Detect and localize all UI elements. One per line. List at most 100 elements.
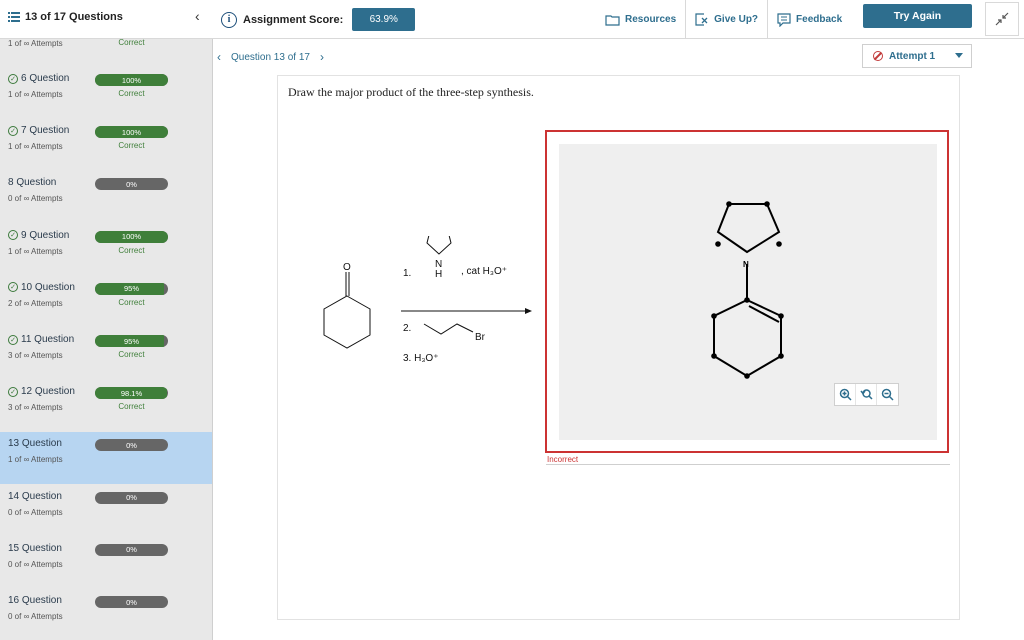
- sidebar-item-question[interactable]: 15 Question 0 of ∞ Attempts 0%: [0, 537, 212, 589]
- sidebar-item-content: ✓ 10 Question 2 of ∞ Attempts 95% Correct: [0, 282, 212, 322]
- side-status: Correct: [118, 141, 145, 151]
- sidebar-item-question[interactable]: 13 Question 1 of ∞ Attempts 0%: [0, 432, 212, 485]
- sidebar-item-question[interactable]: 8 Question 0 of ∞ Attempts 0%: [0, 171, 212, 223]
- side-attempts: 1 of ∞ Attempts: [8, 142, 63, 152]
- progress-bar: 0%: [95, 178, 168, 191]
- sidebar-item-content: 16 Question 0 of ∞ Attempts 0%: [0, 595, 212, 635]
- feedback-button[interactable]: Feedback: [767, 0, 851, 39]
- sidebar-item-question[interactable]: 14 Question 0 of ∞ Attempts 0%: [0, 485, 212, 537]
- sidebar-item-question[interactable]: ✓ 9 Question 1 of ∞ Attempts 100% Correct: [0, 224, 212, 276]
- progress-percent: 100%: [121, 232, 142, 242]
- check-circle-icon: ✓: [8, 334, 18, 345]
- sidebar-item-content: ✓ 9 Question 1 of ∞ Attempts 100% Correct: [0, 230, 212, 270]
- progress-percent: 100%: [121, 75, 142, 85]
- folder-icon: [605, 14, 620, 26]
- side-title: ✓ 10 Question: [8, 282, 75, 293]
- sidebar-item-content: ✓ 6 Question 1 of ∞ Attempts 100% Correct: [0, 73, 212, 113]
- step1-number: 1.: [403, 268, 411, 279]
- progress-bar: 100%: [95, 126, 168, 139]
- question-navigator: ‹ Question 13 of 17 ›: [217, 50, 324, 64]
- side-attempts: 1 of ∞ Attempts: [8, 90, 63, 99]
- check-circle-icon: ✓: [8, 230, 18, 241]
- side-title: ✓ 7 Question: [8, 125, 69, 136]
- sidebar-item-question[interactable]: ✓ 6 Question 1 of ∞ Attempts 100% Correct: [0, 67, 212, 119]
- side-title-text: 13 Question: [8, 438, 62, 450]
- collapse-arrows-icon: [995, 12, 1009, 26]
- zoom-in-button[interactable]: [835, 384, 856, 405]
- side-attempts: 1 of ∞ Attempts: [8, 39, 63, 48]
- sidebar-item-question[interactable]: ✓ 7 Question 1 of ∞ Attempts 100% Correct: [0, 119, 212, 171]
- feedback-row: Incorrect: [546, 455, 950, 465]
- collapse-sidebar-chevron-icon[interactable]: ‹: [195, 8, 200, 24]
- ketone-oxygen: O: [343, 262, 351, 273]
- progress-bar: 98.1%: [95, 387, 168, 400]
- zoom-in-icon: [839, 388, 852, 401]
- sidebar-item-content: 15 Question 0 of ∞ Attempts 0%: [0, 543, 212, 583]
- question-prompt: Draw the major product of the three-step…: [288, 85, 534, 99]
- side-title-text: 6 Question: [21, 73, 70, 84]
- sidebar-item-question[interactable]: ✓ 12 Question 3 of ∞ Attempts 98.1% Correct: [0, 380, 212, 432]
- reaction-scheme: O 1. N H , cat H₃O⁺ 2. Br 3. H₃O⁺: [323, 236, 532, 364]
- progress-percent: 0%: [126, 597, 137, 607]
- side-attempts: 1 of ∞ Attempts: [8, 455, 63, 465]
- side-attempts: 3 of ∞ Attempts: [8, 403, 63, 413]
- progress-percent: 95%: [123, 336, 139, 346]
- sidebar-item-content: ✓ 7 Question 1 of ∞ Attempts 100% Correct: [0, 125, 212, 165]
- side-title-text: 15 Question: [8, 542, 62, 554]
- pyrrolidine-hydrogen: H: [435, 269, 442, 280]
- step1-reagent: , cat H₃O⁺: [461, 266, 507, 277]
- feedback-icon: [777, 12, 791, 27]
- progress-bar: 0%: [95, 491, 168, 504]
- side-title-text: 11 Question: [21, 334, 75, 345]
- side-title-text: 16 Question: [8, 595, 62, 606]
- progress-bar: 95%: [95, 282, 168, 295]
- side-title: 15 Question: [8, 543, 62, 554]
- progress-bar: 95%: [95, 335, 168, 347]
- top-bar: 13 of 17 Questions ‹ i Assignment Score:…: [0, 0, 1024, 39]
- question-card: Draw the major product of the three-step…: [277, 75, 960, 620]
- reaction-arrow: [401, 308, 532, 314]
- side-status: Correct: [118, 245, 145, 255]
- reset-zoom-button[interactable]: [856, 384, 877, 405]
- zoom-out-button[interactable]: [877, 384, 898, 405]
- side-title: ✓ 9 Question: [8, 230, 69, 241]
- sidebar-item-question[interactable]: 16 Question 0 of ∞ Attempts 0%: [0, 589, 212, 640]
- check-circle-icon: ✓: [8, 73, 18, 84]
- check-circle-icon: ✓: [8, 125, 18, 136]
- side-title-text: 9 Question: [21, 229, 70, 241]
- progress-bar: 0%: [95, 543, 168, 556]
- side-status: Correct: [118, 402, 145, 412]
- sidebar-item-content: ✓ 11 Question 3 of ∞ Attempts 95% Correct: [0, 334, 212, 374]
- side-attempts: 3 of ∞ Attempts: [8, 351, 63, 360]
- side-status: Correct: [118, 89, 145, 98]
- collapse-view-button[interactable]: [985, 2, 1019, 36]
- attempt-dropdown[interactable]: Attempt 1: [862, 44, 972, 68]
- side-attempts: 0 of ∞ Attempts: [8, 559, 63, 569]
- side-status: Correct: [118, 39, 145, 47]
- side-title: 16 Question: [8, 595, 62, 606]
- zoom-toolbar: [834, 383, 899, 406]
- info-icon[interactable]: i: [221, 11, 237, 28]
- give-up-label: Give Up?: [714, 14, 759, 25]
- sidebar-item-content: ✓ 12 Question 3 of ∞ Attempts 98.1% Correct: [0, 386, 212, 426]
- reset-zoom-icon: [859, 389, 873, 400]
- previous-question-chevron-icon[interactable]: ‹: [217, 50, 221, 64]
- progress-bar: 100%: [95, 74, 168, 86]
- pyrrolidine-structure: [426, 236, 452, 255]
- try-again-button[interactable]: Try Again: [863, 4, 972, 28]
- side-title: ✓ 12 Question: [8, 386, 75, 397]
- side-title: ✓ 11 Question: [8, 334, 74, 345]
- question-list-toggle[interactable]: 13 of 17 Questions: [8, 11, 123, 23]
- question-count: 13 of 17 Questions: [25, 11, 123, 23]
- give-up-button[interactable]: Give Up?: [685, 0, 767, 39]
- sidebar-item-question[interactable]: ✓ 10 Question 2 of ∞ Attempts 95% Correct: [0, 276, 212, 328]
- score-label: Assignment Score:: [243, 13, 344, 26]
- side-attempts: 0 of ∞ Attempts: [8, 507, 63, 517]
- next-question-chevron-icon[interactable]: ›: [320, 50, 324, 64]
- resources-button[interactable]: Resources: [596, 0, 685, 39]
- caret-down-icon: [955, 53, 963, 58]
- sidebar-item-question[interactable]: ✓ 11 Question 3 of ∞ Attempts 95% Correct: [0, 328, 212, 380]
- side-status: Correct: [118, 297, 145, 307]
- feedback-label: Feedback: [796, 14, 843, 25]
- side-attempts: 0 of ∞ Attempts: [8, 612, 63, 621]
